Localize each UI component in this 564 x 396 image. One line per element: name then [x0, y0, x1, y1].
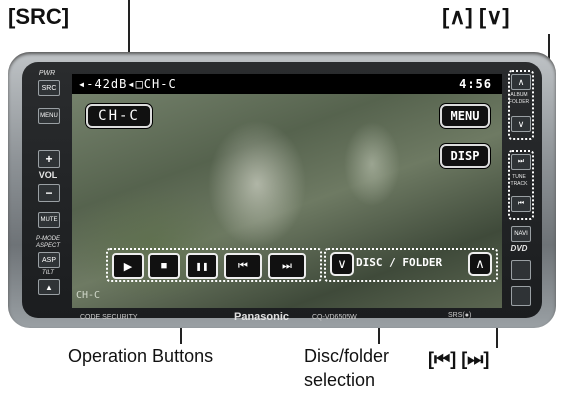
right-slot-button[interactable]	[511, 260, 531, 280]
chevron-down-icon: ∨	[337, 256, 347, 271]
next-icon: ⏭	[517, 158, 525, 165]
disc-folder-label: DISC / FOLDER	[356, 256, 443, 269]
navi-button[interactable]: NAVI	[511, 226, 531, 242]
next-button[interactable]: ⏭	[268, 253, 306, 279]
model-label: CQ-VD6505W	[312, 314, 357, 321]
pmode-label: P-MODE	[36, 236, 60, 242]
folder-down-button[interactable]: ∨	[330, 252, 354, 276]
callout-track: [⏮] [⏭]	[428, 349, 490, 369]
disp-button[interactable]: DISP	[440, 144, 490, 168]
menu-button[interactable]: MENU	[440, 104, 490, 128]
prev-icon: ⏮	[238, 259, 248, 272]
callout-operation-buttons: Operation Buttons	[68, 346, 214, 366]
plus-icon: +	[45, 152, 53, 166]
next-icon: ⏭	[282, 259, 292, 272]
track-next-button[interactable]: ⏭	[511, 154, 531, 170]
operation-buttons: ▶ ■ ❚❚ ⏮ ⏭	[112, 253, 322, 279]
vol-label: VOL	[38, 170, 58, 180]
status-bar: ◂-42dB◂□CH-C 4:56	[72, 74, 502, 94]
play-button[interactable]: ▶	[112, 253, 144, 279]
aspect-label: ASPECT	[35, 243, 60, 249]
callout-album-folder: [∧] [∨]	[442, 4, 510, 29]
chevron-up-icon: ∧	[475, 256, 485, 271]
tilt-label: TILT	[42, 270, 54, 276]
device-bezel: PWR SRC MENU + VOL − MUTE P-MODE ASPECT …	[22, 62, 542, 318]
channel-button[interactable]: CH-C	[86, 104, 152, 128]
album-up-button[interactable]: ∧	[511, 74, 531, 90]
album-folder-label: ALBUM FOLDER	[508, 92, 530, 105]
tilt-button[interactable]: ▲	[38, 279, 60, 295]
callout-disc-folder-2: selection	[304, 370, 376, 390]
chevron-down-icon: ∨	[517, 118, 525, 129]
stop-button[interactable]: ■	[148, 253, 180, 279]
src-button[interactable]: SRC	[38, 80, 60, 96]
callout-src: [SRC]	[8, 4, 70, 29]
pause-button[interactable]: ❚❚	[186, 253, 218, 279]
track-prev-button[interactable]: ⏮	[511, 196, 531, 212]
vol-down-button[interactable]: −	[38, 184, 60, 202]
chevron-up-icon: ∧	[517, 76, 525, 87]
clock: 4:56	[459, 77, 492, 91]
mute-button[interactable]: MUTE	[38, 212, 60, 228]
status-volume-channel: ◂-42dB◂□CH-C	[78, 77, 177, 91]
album-down-button[interactable]: ∨	[511, 116, 531, 132]
pause-icon: ❚❚	[195, 261, 209, 271]
brand-label: Panasonic	[234, 311, 290, 323]
pwr-label: PWR	[38, 70, 56, 77]
menu-side-button[interactable]: MENU	[38, 108, 60, 124]
dvd-logo: DVD	[510, 244, 528, 253]
vol-up-button[interactable]: +	[38, 150, 60, 168]
display-screen: ◂-42dB◂□CH-C 4:56 CH-C MENU DISP ▶ ■ ❚❚ …	[72, 74, 502, 308]
car-stereo-unit: PWR SRC MENU + VOL − MUTE P-MODE ASPECT …	[8, 52, 556, 328]
tune-track-label: TUNE TRACK	[510, 174, 528, 187]
asp-button[interactable]: ASP	[38, 252, 60, 268]
folder-up-button[interactable]: ∧	[468, 252, 492, 276]
prev-button[interactable]: ⏮	[224, 253, 262, 279]
right-lower-button[interactable]	[511, 286, 531, 306]
code-security-label: CODE SECURITY	[80, 314, 138, 321]
minus-icon: −	[45, 186, 53, 200]
play-icon: ▶	[123, 260, 133, 273]
bottom-left-channel: CH-C	[76, 290, 101, 301]
srs-label: SRS(●)	[448, 312, 472, 319]
stop-icon: ■	[160, 260, 168, 272]
prev-icon: ⏮	[517, 200, 525, 207]
eject-icon: ▲	[45, 282, 53, 292]
callout-disc-folder-1: Disc/folder	[304, 346, 390, 366]
